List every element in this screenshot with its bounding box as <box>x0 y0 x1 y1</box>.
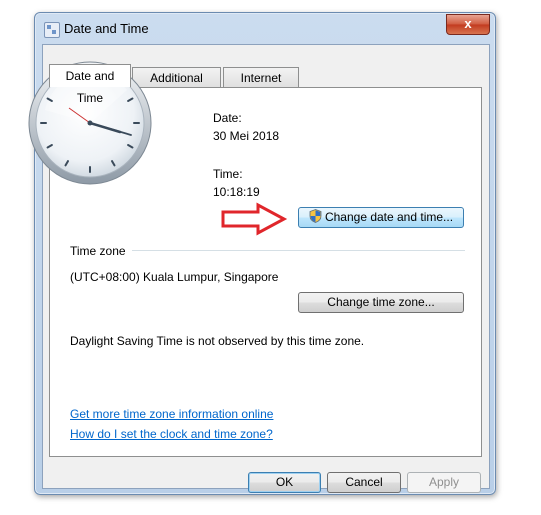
date-value: 30 Mei 2018 <box>213 129 280 143</box>
apply-button[interactable]: Apply <box>407 472 481 493</box>
time-label: Time: <box>213 167 243 181</box>
time-value: 10:18:19 <box>213 185 260 199</box>
change-time-zone-button[interactable]: Change time zone... <box>298 292 464 313</box>
change-date-and-time-label: Change date and time... <box>324 210 454 224</box>
uac-shield-icon <box>309 209 322 223</box>
group-divider <box>132 250 465 251</box>
date-label: Date: <box>213 111 242 125</box>
clock-help-link[interactable]: How do I set the clock and time zone? <box>70 427 273 441</box>
time-zone-value: (UTC+08:00) Kuala Lumpur, Singapore <box>70 270 279 284</box>
date-time-app-icon <box>44 22 60 38</box>
cancel-button[interactable]: Cancel <box>327 472 401 493</box>
ok-button[interactable]: OK <box>248 472 321 493</box>
close-button[interactable]: x <box>446 14 490 35</box>
title-bar[interactable]: Date and Time x <box>35 13 495 45</box>
tab-date-and-time[interactable]: Date and Time <box>49 64 131 105</box>
red-arrow-icon <box>221 202 288 236</box>
window-title: Date and Time <box>64 21 149 36</box>
more-time-zone-info-link[interactable]: Get more time zone information online <box>70 407 273 421</box>
change-date-and-time-button[interactable]: Change date and time... <box>298 207 464 228</box>
tab-internet-time[interactable]: Internet Time <box>223 67 299 105</box>
time-zone-group-label: Time zone <box>70 244 126 258</box>
dst-note: Daylight Saving Time is not observed by … <box>70 334 365 348</box>
